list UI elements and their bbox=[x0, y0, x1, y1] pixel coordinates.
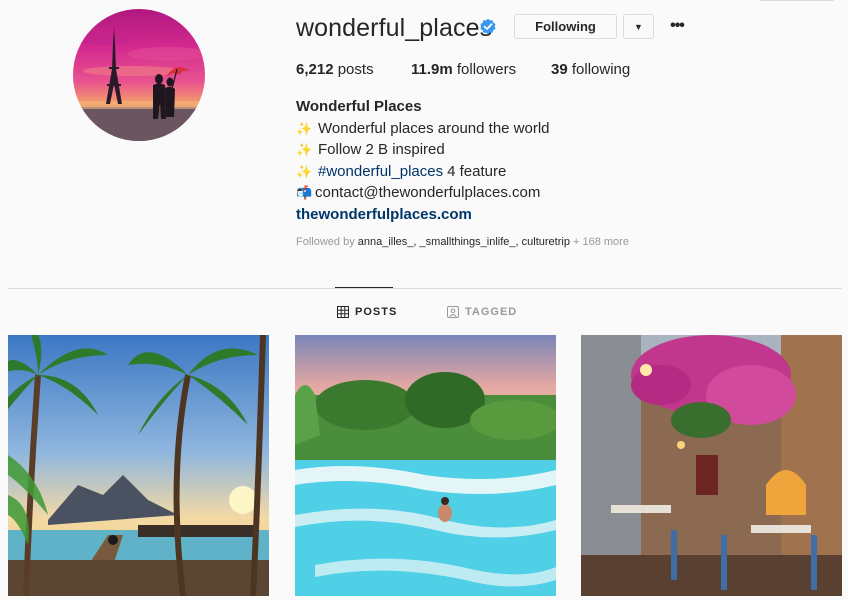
bio-line: thewonderfulplaces.com bbox=[296, 204, 550, 226]
sparkles-icon: ✨ bbox=[296, 163, 313, 179]
tab-posts-label: POSTS bbox=[355, 306, 398, 318]
verified-badge-icon bbox=[480, 18, 496, 35]
bio-line: 📬 contact@thewonderfulplaces.com bbox=[296, 182, 550, 204]
following-label: following bbox=[567, 61, 631, 78]
followed-by-prefix: Followed by bbox=[296, 236, 358, 248]
more-options-icon[interactable]: ••• bbox=[668, 17, 686, 35]
post-thumbnail[interactable] bbox=[581, 335, 842, 596]
bio-line: ✨ Wonderful places around the world bbox=[296, 118, 550, 140]
profile-avatar[interactable] bbox=[73, 9, 205, 141]
website-link[interactable]: thewonderfulplaces.com bbox=[296, 204, 472, 226]
sparkles-icon: ✨ bbox=[296, 142, 313, 157]
posts-count-stat: 6,212 posts bbox=[296, 61, 374, 78]
post-thumbnail[interactable] bbox=[8, 335, 269, 596]
post-image-hot-springs bbox=[295, 335, 556, 596]
post-image-tropical-beach bbox=[8, 335, 269, 596]
bio-line-text: 4 feature bbox=[447, 162, 507, 180]
bio-line-text: Follow 2 B inspired bbox=[318, 141, 445, 158]
grid-icon bbox=[337, 306, 349, 318]
post-image-courtyard bbox=[581, 335, 842, 596]
following-button[interactable]: Following bbox=[514, 14, 617, 39]
tab-tagged-label: TAGGED bbox=[465, 306, 518, 318]
following-count-stat[interactable]: 39 following bbox=[551, 61, 630, 78]
followers-count-stat[interactable]: 11.9m followers bbox=[411, 61, 516, 78]
followed-by[interactable]: Followed by anna_illes_, _smallthings_in… bbox=[296, 236, 629, 248]
post-thumbnail[interactable] bbox=[295, 335, 556, 596]
tab-posts[interactable]: POSTS bbox=[337, 306, 397, 318]
posts-label: posts bbox=[333, 61, 374, 78]
suggested-dropdown-button[interactable]: ▼ bbox=[623, 14, 654, 39]
followers-label: followers bbox=[452, 61, 517, 78]
contact-email: contact@thewonderfulplaces.com bbox=[315, 184, 541, 201]
chevron-down-icon: ▼ bbox=[634, 21, 643, 32]
hashtag-link[interactable]: #wonderful_places bbox=[318, 161, 443, 183]
tag-icon bbox=[447, 306, 459, 318]
top-divider bbox=[760, 0, 834, 1]
posts-count: 6,212 bbox=[296, 61, 334, 78]
sparkles-icon: ✨ bbox=[296, 120, 313, 136]
profile-bio: Wonderful Places ✨ Wonderful places arou… bbox=[296, 96, 550, 225]
avatar-image bbox=[73, 27, 205, 141]
tab-tagged[interactable]: TAGGED bbox=[447, 306, 517, 318]
bio-line-text: Wonderful places around the world bbox=[318, 119, 550, 137]
followed-by-suffix: + 168 more bbox=[569, 236, 629, 248]
following-count: 39 bbox=[551, 61, 568, 78]
followers-count: 11.9m bbox=[411, 61, 453, 78]
bio-line: ✨ Follow 2 B inspired bbox=[296, 139, 550, 161]
followed-by-names: anna_illes_, _smallthings_inlife_, cultu… bbox=[357, 236, 570, 248]
mailbox-icon: 📬 bbox=[296, 185, 313, 200]
full-name: Wonderful Places bbox=[296, 98, 422, 115]
bio-line: ✨ #wonderful_places 4 feature bbox=[296, 161, 550, 183]
tabs-divider bbox=[8, 288, 842, 289]
active-tab-indicator bbox=[335, 287, 393, 288]
username: wonderful_places bbox=[296, 14, 493, 42]
